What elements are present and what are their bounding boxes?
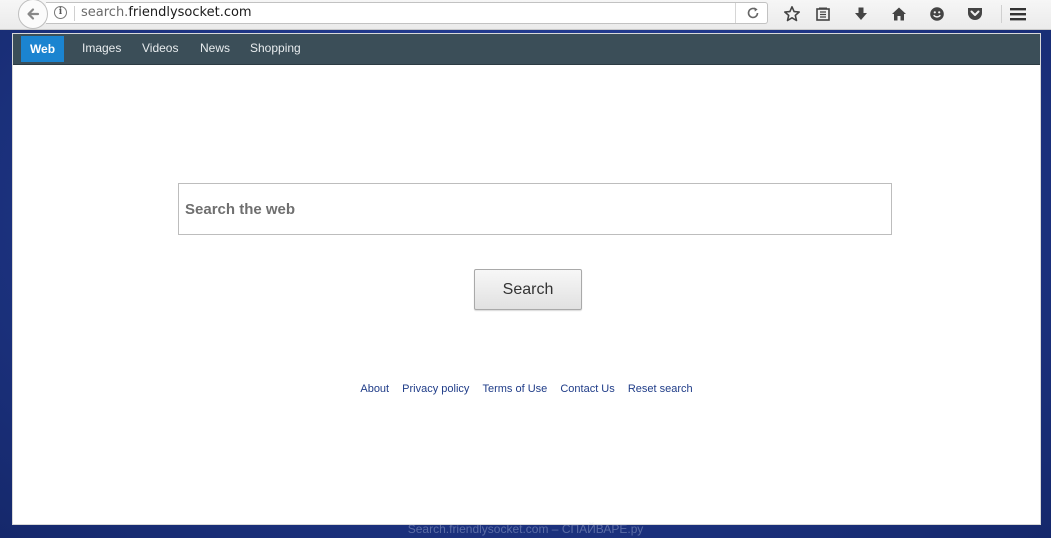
web-page: Web Images Videos News Shopping Search A… xyxy=(12,33,1041,525)
reading-list-icon[interactable] xyxy=(813,4,833,24)
nav-tab-images[interactable]: Images xyxy=(82,34,121,64)
search-button[interactable]: Search xyxy=(474,269,582,310)
search-type-nav: Web Images Videos News Shopping xyxy=(13,34,1040,65)
footer-link-contact-us[interactable]: Contact Us xyxy=(560,383,614,395)
footer-link-reset-search[interactable]: Reset search xyxy=(628,383,693,395)
url-separator xyxy=(74,6,75,21)
url-text[interactable]: search.friendlysocket.com xyxy=(81,5,252,20)
nav-tab-videos[interactable]: Videos xyxy=(142,34,178,64)
footer-link-about[interactable]: About xyxy=(360,383,389,395)
toolbar-divider xyxy=(1001,5,1002,23)
footer-link-terms-of-use[interactable]: Terms of Use xyxy=(482,383,547,395)
bookmark-star-icon[interactable] xyxy=(782,4,802,24)
nav-tab-web[interactable]: Web xyxy=(21,36,64,62)
watermark-text: Search.friendlysocket.com – СПАЙВАРЕ.ру xyxy=(407,522,644,536)
home-icon[interactable] xyxy=(889,4,909,24)
nav-tab-shopping[interactable]: Shopping xyxy=(250,34,301,64)
back-arrow-icon xyxy=(27,8,40,20)
url-prefix: search. xyxy=(81,5,129,20)
info-icon[interactable]: i xyxy=(54,6,67,19)
search-input[interactable] xyxy=(178,183,892,235)
download-icon[interactable] xyxy=(851,4,871,24)
url-bar[interactable]: i search.friendlysocket.com xyxy=(46,2,768,24)
footer-link-privacy-policy[interactable]: Privacy policy xyxy=(402,383,469,395)
footer-links: About Privacy policy Terms of Use Contac… xyxy=(13,383,1040,395)
pocket-icon[interactable] xyxy=(965,4,985,24)
hello-icon[interactable] xyxy=(927,4,947,24)
reload-icon[interactable] xyxy=(745,5,761,21)
hamburger-menu-icon[interactable] xyxy=(1008,4,1028,24)
browser-toolbar: i search.friendlysocket.com xyxy=(0,0,1051,30)
url-host: friendlysocket.com xyxy=(128,5,252,20)
nav-tab-news[interactable]: News xyxy=(200,34,230,64)
reload-separator xyxy=(735,3,736,23)
back-button[interactable] xyxy=(18,0,48,29)
